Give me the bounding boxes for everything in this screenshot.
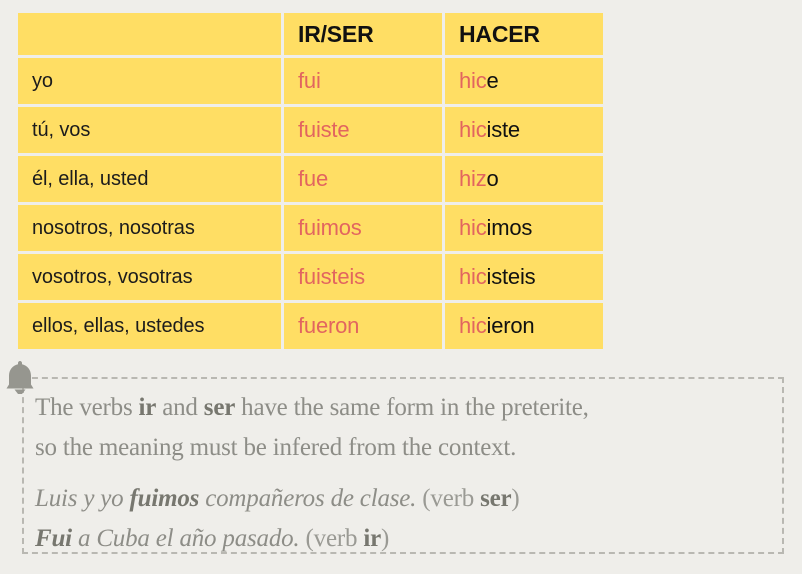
pronoun-cell: él, ella, usted bbox=[18, 156, 281, 202]
verb-stem: hic bbox=[459, 313, 487, 338]
column-header-pronoun bbox=[18, 13, 281, 55]
note-text-part: and bbox=[156, 394, 204, 421]
verb-stem: fuimos bbox=[298, 215, 362, 240]
table-row: vosotros, vosotras fuisteis hicisteis bbox=[18, 254, 603, 300]
example-verb-tag: (verb ir) bbox=[299, 525, 390, 552]
ir-ser-cell: fuiste bbox=[284, 107, 442, 153]
verb-stem: hiz bbox=[459, 166, 487, 191]
example-sentence-2: Fui a Cuba el año pasado. (verb ir) bbox=[35, 519, 775, 559]
verb-tag-pre: (verb bbox=[299, 525, 364, 552]
example-lead-bold: Fui bbox=[35, 525, 72, 552]
example-text-pre: Luis y yo bbox=[35, 485, 130, 512]
preterite-conjugation-table: IR/SER HACER yo fui hice tú, vos fuiste … bbox=[15, 10, 606, 352]
verb-tag-bold: ir bbox=[363, 525, 381, 552]
column-header-hacer: HACER bbox=[445, 13, 603, 55]
verb-stem: fueron bbox=[298, 313, 360, 338]
pronoun-cell: nosotros, nosotras bbox=[18, 205, 281, 251]
note-bold-ser: ser bbox=[203, 394, 236, 421]
example-verb-bold: fuimos bbox=[129, 485, 200, 512]
example-sentences: Luis y yo fuimos compañeros de clase. (v… bbox=[35, 479, 775, 559]
ir-ser-cell: fuimos bbox=[284, 205, 442, 251]
verb-ending: iste bbox=[486, 117, 521, 142]
hacer-cell: hicimos bbox=[445, 205, 603, 251]
note-paragraph-line-2: so the meaning must be infered from the … bbox=[35, 434, 517, 461]
hacer-cell: hizo bbox=[445, 156, 603, 202]
note-paragraph-line-1: The verbs ir and ser have the same form … bbox=[35, 389, 775, 427]
verb-stem: fui bbox=[298, 68, 321, 93]
table-header: IR/SER HACER bbox=[18, 13, 603, 55]
note-text-part: The verbs bbox=[35, 394, 139, 421]
verb-ending: imos bbox=[486, 215, 533, 240]
verb-stem: hic bbox=[459, 117, 487, 142]
table-row: tú, vos fuiste hiciste bbox=[18, 107, 603, 153]
bell-icon bbox=[6, 361, 34, 394]
pronoun-cell: yo bbox=[18, 58, 281, 104]
ir-ser-cell: fueron bbox=[284, 303, 442, 349]
verb-stem: hic bbox=[459, 264, 487, 289]
example-text-post: a Cuba el año pasado. bbox=[71, 525, 300, 552]
table-body: yo fui hice tú, vos fuiste hiciste él, e… bbox=[18, 58, 603, 349]
verb-stem: fuisteis bbox=[298, 264, 365, 289]
table-row: él, ella, usted fue hizo bbox=[18, 156, 603, 202]
verb-stem: hic bbox=[459, 68, 487, 93]
note-bold-ir: ir bbox=[138, 394, 157, 421]
verb-tag-post: ) bbox=[511, 485, 520, 512]
hacer-cell: hicieron bbox=[445, 303, 603, 349]
note-text-part: have the same form in the preterite, bbox=[235, 394, 589, 421]
table-row: yo fui hice bbox=[18, 58, 603, 104]
example-text-post: compañeros de clase. bbox=[199, 485, 417, 512]
verb-stem: fuiste bbox=[298, 117, 350, 142]
ir-ser-cell: fuisteis bbox=[284, 254, 442, 300]
ir-ser-cell: fui bbox=[284, 58, 442, 104]
verb-ending: e bbox=[486, 68, 499, 93]
note-content: The verbs ir and ser have the same form … bbox=[35, 389, 775, 559]
example-verb-tag: (verb ser) bbox=[416, 485, 519, 512]
verb-ending: o bbox=[486, 166, 499, 191]
pronoun-cell: ellos, ellas, ustedes bbox=[18, 303, 281, 349]
hacer-cell: hicisteis bbox=[445, 254, 603, 300]
verb-stem: fue bbox=[298, 166, 328, 191]
verb-ending: isteis bbox=[486, 264, 536, 289]
example-sentence-1: Luis y yo fuimos compañeros de clase. (v… bbox=[35, 479, 775, 519]
table-row: nosotros, nosotras fuimos hicimos bbox=[18, 205, 603, 251]
column-header-ir-ser: IR/SER bbox=[284, 13, 442, 55]
hacer-cell: hice bbox=[445, 58, 603, 104]
ir-ser-cell: fue bbox=[284, 156, 442, 202]
pronoun-cell: vosotros, vosotras bbox=[18, 254, 281, 300]
table-header-row: IR/SER HACER bbox=[18, 13, 603, 55]
verb-tag-pre: (verb bbox=[416, 485, 481, 512]
hacer-cell: hiciste bbox=[445, 107, 603, 153]
pronoun-cell: tú, vos bbox=[18, 107, 281, 153]
verb-stem: hic bbox=[459, 215, 487, 240]
verb-ending: ieron bbox=[486, 313, 535, 338]
verb-tag-bold: ser bbox=[480, 485, 512, 512]
verb-tag-post: ) bbox=[381, 525, 390, 552]
table-row: ellos, ellas, ustedes fueron hicieron bbox=[18, 303, 603, 349]
